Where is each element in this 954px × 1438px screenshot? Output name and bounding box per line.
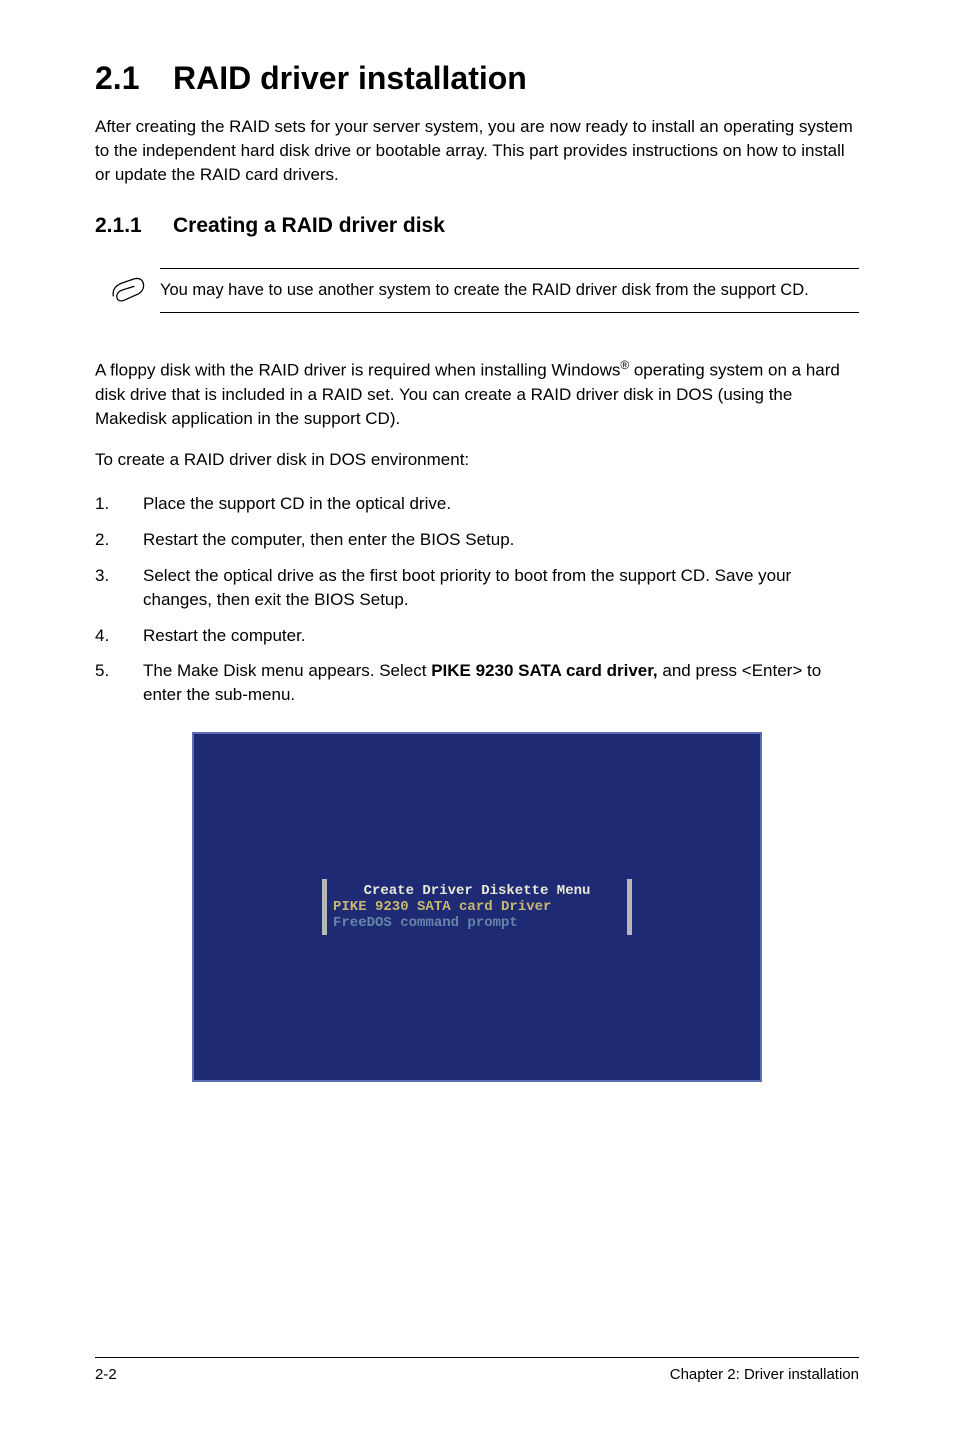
section-number: 2.1	[95, 60, 173, 97]
list-text: Place the support CD in the optical driv…	[143, 494, 451, 513]
list-text-pre: The Make Disk menu appears. Select	[143, 661, 431, 680]
list-item: 4. Restart the computer.	[95, 624, 859, 648]
list-item: 3. Select the optical drive as the first…	[95, 564, 859, 612]
list-text: Select the optical drive as the first bo…	[143, 566, 791, 609]
footer-page-number: 2-2	[95, 1366, 117, 1383]
dialog-item: FreeDOS command prompt	[327, 915, 627, 931]
list-item: 2. Restart the computer, then enter the …	[95, 528, 859, 552]
list-item: 1. Place the support CD in the optical d…	[95, 492, 859, 516]
section-title: RAID driver installation	[173, 60, 527, 96]
sub-heading: 2.1.1Creating a RAID driver disk	[95, 214, 859, 238]
list-intro: To create a RAID driver disk in DOS envi…	[95, 450, 859, 470]
page-footer: 2-2 Chapter 2: Driver installation	[95, 1357, 859, 1383]
intro-paragraph: After creating the RAID sets for your se…	[95, 115, 859, 186]
dos-screenshot: Create Driver Diskette Menu PIKE 9230 SA…	[192, 732, 762, 1082]
body-paragraph: A floppy disk with the RAID driver is re…	[95, 357, 859, 430]
list-text: Restart the computer.	[143, 626, 306, 645]
list-text: Restart the computer, then enter the BIO…	[143, 530, 514, 549]
list-item: 5. The Make Disk menu appears. Select PI…	[95, 659, 859, 707]
note-box: You may have to use another system to cr…	[95, 268, 859, 317]
numbered-list: 1. Place the support CD in the optical d…	[95, 492, 859, 707]
note-text-wrap: You may have to use another system to cr…	[160, 268, 859, 312]
dialog-selected-item: PIKE 9230 SATA card Driver	[327, 899, 627, 915]
list-num: 5.	[95, 659, 109, 683]
body-para-p1: A floppy disk with the RAID driver is re…	[95, 361, 620, 380]
sub-section-title: Creating a RAID driver disk	[173, 214, 445, 237]
list-num: 3.	[95, 564, 109, 588]
paperclip-icon	[105, 268, 160, 317]
dialog-box: Create Driver Diskette Menu PIKE 9230 SA…	[322, 879, 632, 935]
screenshot-wrap: Create Driver Diskette Menu PIKE 9230 SA…	[95, 732, 859, 1082]
list-text-bold: PIKE 9230 SATA card driver,	[431, 661, 657, 680]
list-num: 4.	[95, 624, 109, 648]
list-num: 2.	[95, 528, 109, 552]
list-num: 1.	[95, 492, 109, 516]
registered-sup: ®	[620, 358, 629, 372]
note-text: You may have to use another system to cr…	[160, 279, 859, 301]
footer-chapter: Chapter 2: Driver installation	[670, 1366, 859, 1383]
sub-section-number: 2.1.1	[95, 214, 173, 238]
main-heading: 2.1RAID driver installation	[95, 60, 859, 97]
dialog-title: Create Driver Diskette Menu	[327, 883, 627, 899]
